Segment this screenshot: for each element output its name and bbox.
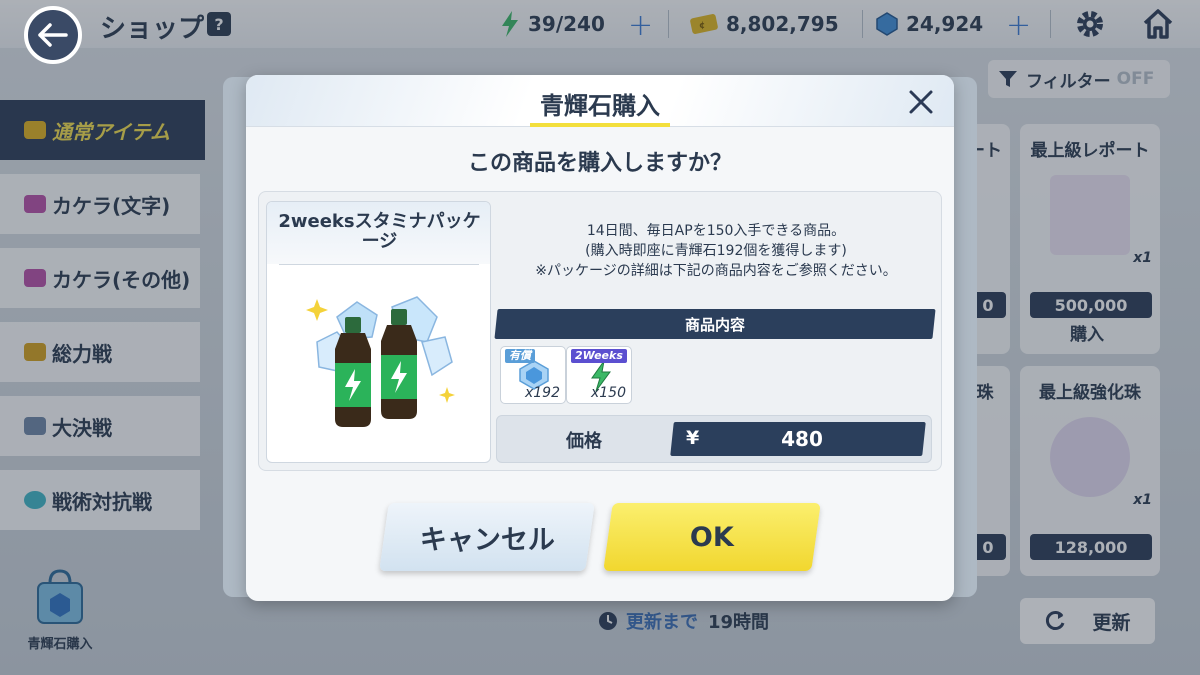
content-item-ap[interactable]: 2Weeks x150 xyxy=(566,346,632,404)
cancel-button-label: キャンセル xyxy=(419,524,555,556)
package-name: 2weeksスタミナパッケージ xyxy=(278,211,481,252)
description-line: ※パッケージの詳細は下記の商品内容をご参照ください。 xyxy=(535,263,897,279)
content-item-pyroxene[interactable]: 有償 x192 xyxy=(500,346,566,404)
description-line: 14日間、毎日APを150入手できる商品。 xyxy=(586,223,846,239)
currency-symbol: ¥ xyxy=(686,427,700,449)
ok-button[interactable]: OK xyxy=(603,503,821,571)
package-card: 2weeksスタミナパッケージ xyxy=(266,201,491,463)
dialog-title: 青輝石購入 xyxy=(540,92,660,120)
cancel-button[interactable]: キャンセル xyxy=(379,503,595,571)
title-underline xyxy=(530,123,670,127)
purchase-dialog: 青輝石購入 この商品を購入しますか？ 2weeksスタミナパッケージ 14日間、… xyxy=(246,75,954,601)
paid-tag: 有償 xyxy=(505,349,535,363)
price-label: 価格 xyxy=(566,431,602,452)
item-quantity: x192 xyxy=(524,385,560,401)
confirm-question: この商品を購入しますか？ xyxy=(467,151,732,176)
price-value: 480 xyxy=(781,427,823,451)
close-icon[interactable] xyxy=(906,87,936,117)
ok-button-label: OK xyxy=(690,521,734,553)
back-arrow-icon xyxy=(38,23,68,47)
package-description: 14日間、毎日APを150入手できる商品。 (購入時即座に青輝石192個を獲得し… xyxy=(498,221,934,281)
divider xyxy=(279,264,479,265)
item-quantity: x150 xyxy=(590,385,626,401)
duration-tag: 2Weeks xyxy=(571,349,627,363)
stamina-drink-icon xyxy=(306,296,455,427)
back-button[interactable] xyxy=(24,6,82,64)
description-line: (購入時即座に青輝石192個を獲得します) xyxy=(585,243,847,259)
contents-header: 商品内容 xyxy=(684,316,745,334)
